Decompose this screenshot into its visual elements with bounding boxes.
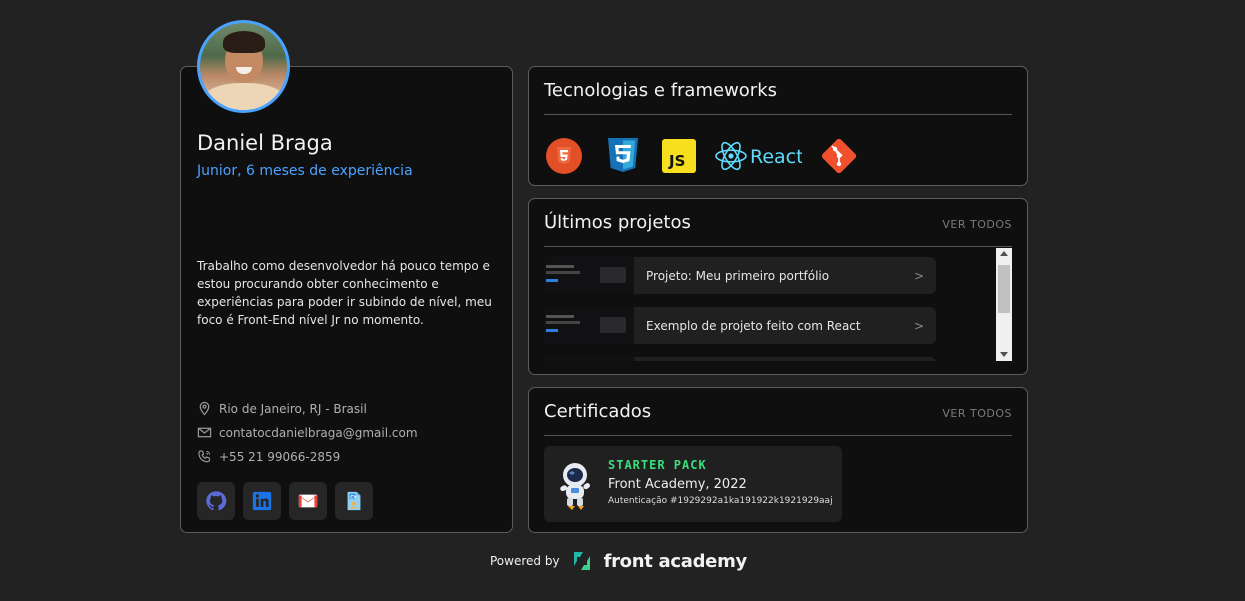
location-pin-icon	[199, 401, 210, 416]
certificates-see-all-link[interactable]: VER TODOS	[942, 407, 1012, 420]
github-button[interactable]	[197, 482, 235, 520]
tech-git	[820, 137, 858, 175]
cv-icon: CV	[347, 491, 361, 511]
footer: Powered by front academy	[490, 549, 747, 573]
techs-card: Tecnologias e frameworks JS React	[528, 66, 1028, 186]
profile-avatar	[197, 20, 290, 113]
html5-icon	[546, 138, 582, 174]
astronaut-icon	[560, 463, 591, 510]
certificates-divider	[544, 435, 1012, 436]
project-thumbnail	[544, 307, 634, 344]
project-thumbnail	[544, 257, 634, 294]
chevron-right-icon: >	[913, 318, 924, 333]
certificates-card: Certificados VER TODOS STARTER PACK Fron…	[528, 387, 1028, 533]
front-academy-logo-icon	[573, 552, 590, 570]
svg-text:React: React	[750, 146, 802, 168]
profile-bio: Trabalho como desenvolvedor há pouco tem…	[197, 259, 492, 327]
phone-text[interactable]: +55 21 99066-2859	[219, 450, 340, 464]
javascript-icon: JS	[662, 139, 696, 173]
techs-title: Tecnologias e frameworks	[544, 80, 778, 101]
projects-title: Últimos projetos	[544, 212, 691, 233]
tech-react: React	[714, 137, 802, 175]
gmail-icon	[298, 494, 318, 508]
project-label: Projeto: Meu primeiro portfólio	[646, 268, 830, 283]
location-text: Rio de Janeiro, RJ - Brasil	[219, 401, 367, 416]
projects-scrollbar[interactable]	[996, 248, 1012, 361]
chevron-right-icon: >	[913, 268, 924, 283]
tech-list: JS React	[545, 137, 858, 175]
projects-list: Projeto: Meu primeiro portfólio > Exempl…	[544, 257, 936, 361]
contact-phone[interactable]: +55 21 99066-2859	[197, 449, 340, 464]
project-item[interactable]: Projeto: Meu primeiro portfólio >	[544, 257, 936, 294]
projects-divider	[544, 246, 1012, 247]
project-item-partial[interactable]	[544, 357, 936, 361]
svg-text:CV: CV	[350, 494, 357, 499]
front-academy-brand[interactable]: front academy	[604, 551, 748, 572]
scrollbar-thumb[interactable]	[998, 265, 1010, 313]
project-thumbnail	[544, 357, 634, 361]
linkedin-icon	[252, 491, 272, 511]
powered-by-text: Powered by	[490, 554, 560, 568]
tech-html5	[545, 137, 583, 175]
certificate-item[interactable]: STARTER PACK Front Academy, 2022 Autenti…	[544, 446, 842, 522]
project-label: Exemplo de projeto feito com React	[646, 318, 861, 333]
social-links: CV	[197, 482, 373, 520]
profile-role: Junior, 6 meses de experiência	[197, 163, 413, 179]
react-icon: React	[715, 141, 802, 171]
gmail-button[interactable]	[289, 482, 327, 520]
linkedin-button[interactable]	[243, 482, 281, 520]
projects-see-all-link[interactable]: VER TODOS	[942, 218, 1012, 231]
github-icon	[206, 491, 227, 511]
techs-divider	[544, 114, 1012, 115]
contact-location: Rio de Janeiro, RJ - Brasil	[197, 401, 367, 416]
tech-javascript: JS	[662, 139, 696, 173]
project-item[interactable]: Exemplo de projeto feito com React >	[544, 307, 936, 344]
cv-button[interactable]: CV	[335, 482, 373, 520]
email-text[interactable]: contatocdanielbraga@gmail.com	[219, 426, 418, 440]
scroll-up-arrow-icon[interactable]	[1000, 251, 1008, 256]
certificate-auth: Autenticação #1929292a1ka191922k1921929a…	[608, 496, 833, 506]
mail-icon	[197, 427, 212, 438]
git-icon	[821, 138, 857, 174]
certificate-org: Front Academy, 2022	[608, 477, 747, 492]
tech-css3	[606, 137, 640, 175]
certificate-name: STARTER PACK	[608, 458, 707, 472]
certificates-title: Certificados	[544, 401, 652, 422]
phone-icon	[198, 450, 211, 463]
svg-text:JS: JS	[668, 152, 685, 170]
scroll-down-arrow-icon[interactable]	[1000, 352, 1008, 357]
projects-card: Últimos projetos VER TODOS Projeto: Meu …	[528, 198, 1028, 375]
profile-name: Daniel Braga	[197, 131, 333, 155]
contact-email[interactable]: contatocdanielbraga@gmail.com	[197, 425, 418, 440]
profile-card: Daniel Braga Junior, 6 meses de experiên…	[180, 66, 513, 533]
css3-icon	[608, 138, 638, 172]
